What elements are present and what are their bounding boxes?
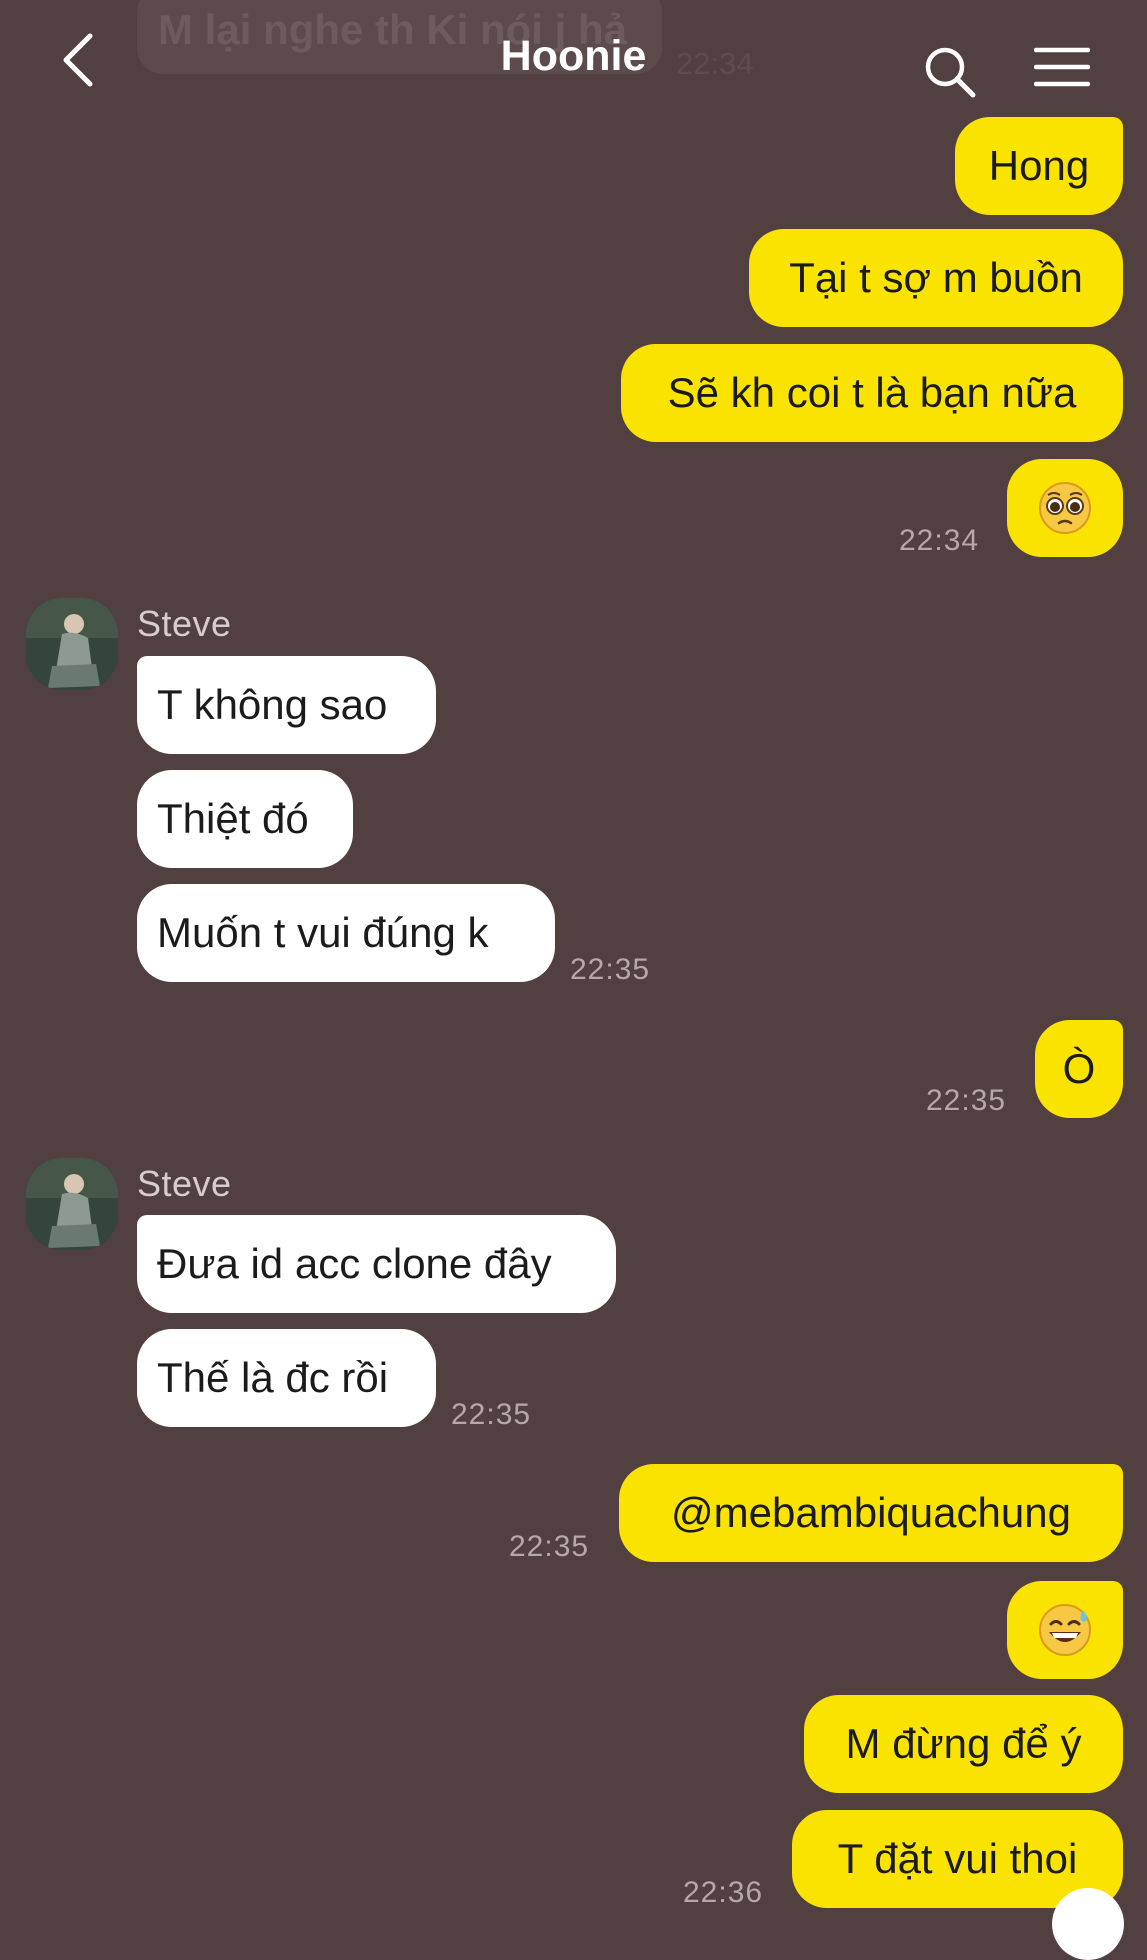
incoming-message[interactable]: Muốn t vui đúng k xyxy=(137,884,555,982)
hamburger-menu-icon xyxy=(1033,47,1091,87)
outgoing-message[interactable]: Tại t sợ m buồn xyxy=(749,229,1123,327)
outgoing-message[interactable]: @mebambiquachung xyxy=(619,1464,1123,1562)
avatar[interactable] xyxy=(26,1158,118,1250)
message-time: 22:35 xyxy=(451,1398,532,1431)
sender-name: Steve xyxy=(137,603,232,644)
outgoing-message[interactable]: Sẽ kh coi t là bạn nữa xyxy=(621,344,1123,442)
search-icon xyxy=(925,47,976,98)
avatar[interactable] xyxy=(26,598,118,690)
search-button[interactable] xyxy=(922,44,978,100)
outgoing-emoji-message[interactable] xyxy=(1007,459,1123,557)
message-time: 22:36 xyxy=(683,1876,764,1909)
incoming-message[interactable]: Đưa id acc clone đây xyxy=(137,1215,616,1313)
sender-name: Steve xyxy=(137,1163,232,1204)
outgoing-message[interactable]: Hong xyxy=(955,117,1123,215)
scroll-down-button[interactable] xyxy=(1052,1888,1124,1960)
incoming-message[interactable]: Thiệt đó xyxy=(137,770,353,868)
outgoing-emoji-message[interactable] xyxy=(1007,1581,1123,1679)
message-time: 22:34 xyxy=(899,524,980,557)
outgoing-message[interactable]: M đừng để ý xyxy=(804,1695,1123,1793)
menu-button[interactable] xyxy=(1033,46,1091,90)
message-time: 22:35 xyxy=(570,953,651,986)
incoming-message[interactable]: Thế là đc rồi xyxy=(137,1329,436,1427)
incoming-message[interactable]: T không sao xyxy=(137,656,436,754)
outgoing-message[interactable]: Ò xyxy=(1035,1020,1123,1118)
pleading-face-emoji xyxy=(1039,481,1091,534)
grinning-sweat-emoji xyxy=(1039,1603,1091,1656)
message-time: 22:35 xyxy=(926,1084,1007,1117)
message-time: 22:35 xyxy=(509,1530,590,1563)
